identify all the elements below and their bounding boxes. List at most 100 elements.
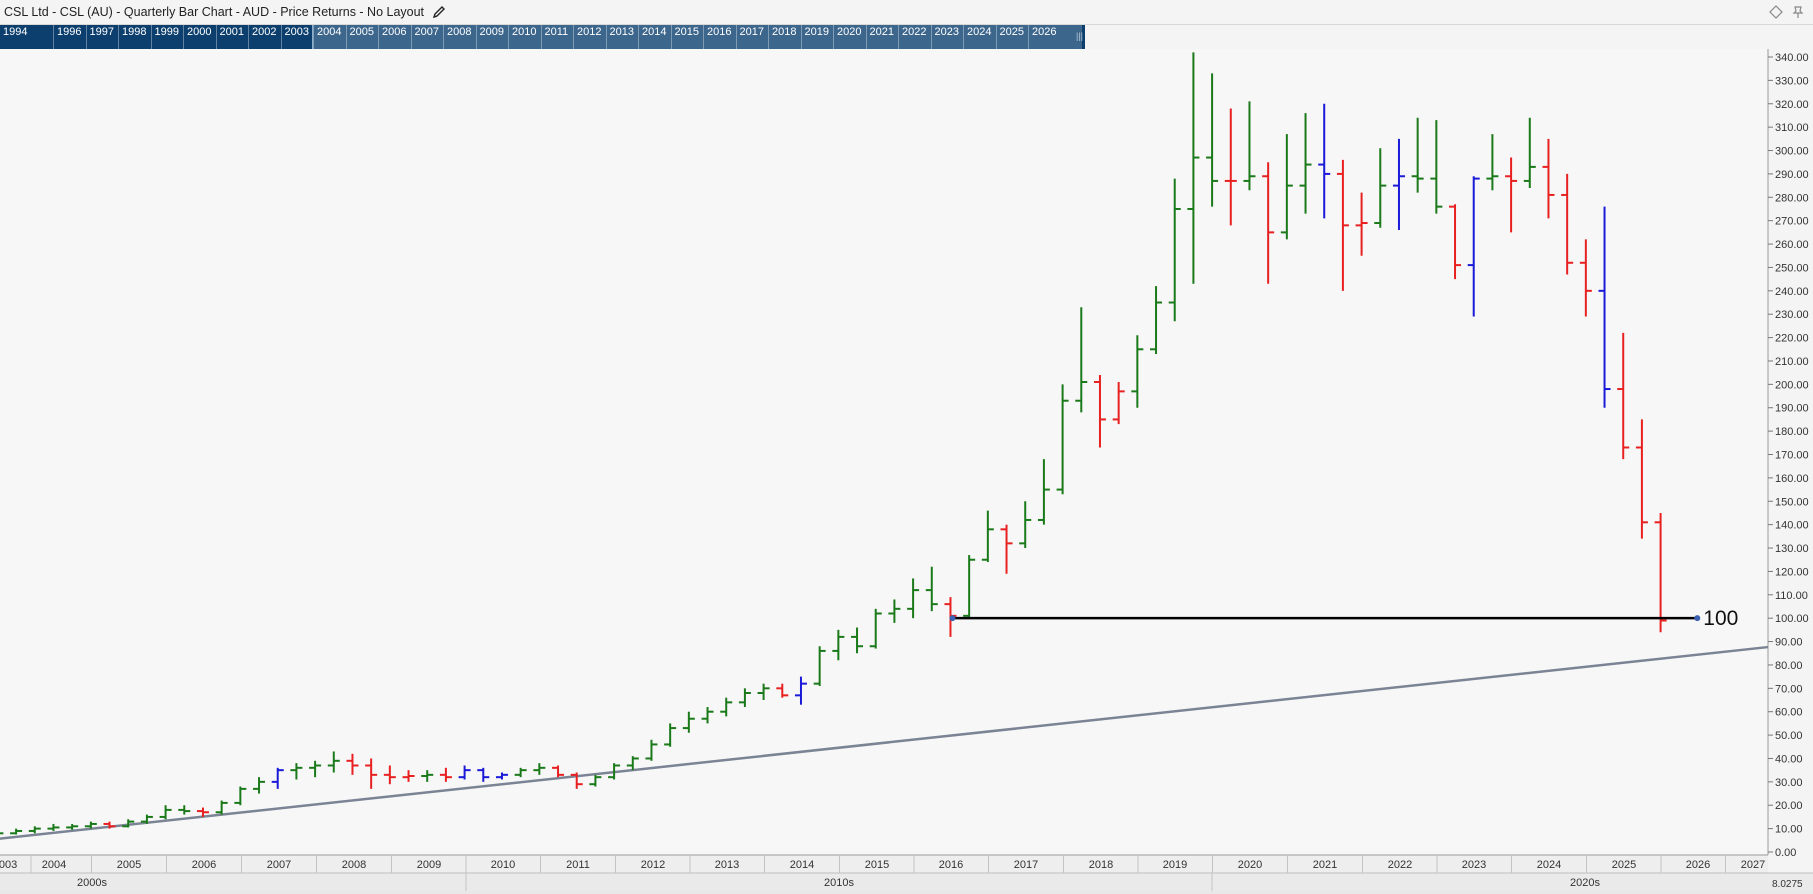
y-tick-label: 0.00: [1775, 847, 1796, 859]
navigator-year-1996[interactable]: 1996: [53, 25, 86, 49]
x-year-label: 2008: [342, 859, 366, 871]
y-tick-label: 100.00: [1775, 613, 1809, 625]
navigator-year-2013[interactable]: 2013: [605, 25, 639, 49]
navigator-year-2024[interactable]: 2024: [963, 25, 996, 49]
y-tick-label: 160.00: [1775, 473, 1809, 485]
x-year-label: 2027: [1741, 859, 1765, 871]
y-tick-label: 130.00: [1775, 543, 1809, 555]
y-tick-label: 170.00: [1775, 450, 1809, 462]
y-tick-label: 120.00: [1775, 566, 1809, 578]
y-tick-label: 20.00: [1775, 800, 1803, 812]
y-tick-label: 190.00: [1775, 403, 1809, 415]
x-decade-label: 2010s: [824, 877, 854, 889]
y-tick-label: 70.00: [1775, 683, 1803, 695]
navigator-year-2008[interactable]: 2008: [443, 25, 476, 49]
y-tick-label: 240.00: [1775, 286, 1809, 298]
x-year-label: 2018: [1089, 859, 1113, 871]
y-tick-label: 310.00: [1775, 122, 1809, 134]
navigator-year-2023[interactable]: 2023: [930, 25, 964, 49]
navigator-year-1994[interactable]: 1994: [0, 25, 53, 49]
navigator-year-1997[interactable]: 1997: [85, 25, 119, 49]
y-tick-label: 80.00: [1775, 660, 1803, 672]
navigator-year-1998[interactable]: 1998: [118, 25, 151, 49]
y-tick-label: 180.00: [1775, 426, 1809, 438]
y-tick-label: 140.00: [1775, 520, 1809, 532]
x-year-label: 2016: [939, 859, 963, 871]
navigator-year-2018[interactable]: 2018: [768, 25, 801, 49]
navigator-year-2017[interactable]: 2017: [735, 25, 769, 49]
navigator-year-2011[interactable]: 2011: [540, 25, 574, 49]
navigator-year-2010[interactable]: 2010: [508, 25, 541, 49]
pin-icon[interactable]: [1791, 5, 1805, 19]
x-year-label: 2017: [1014, 859, 1038, 871]
navigator-year-2025[interactable]: 2025: [995, 25, 1029, 49]
window-title: CSL Ltd - CSL (AU) - Quarterly Bar Chart…: [4, 5, 425, 19]
x-year-label: 2026: [1686, 859, 1710, 871]
navigator-year-2021[interactable]: 2021: [865, 25, 899, 49]
navigator-grip-icon[interactable]: |||: [1076, 31, 1083, 41]
y-tick-label: 270.00: [1775, 216, 1809, 228]
navigator-year-2009[interactable]: 2009: [475, 25, 509, 49]
navigator-year-2020[interactable]: 2020: [833, 25, 866, 49]
y-tick-label: 320.00: [1775, 99, 1809, 111]
level-line-end-handle[interactable]: [1694, 615, 1701, 622]
x-year-label: 2022: [1388, 859, 1412, 871]
navigator-empty-area: [1085, 25, 1813, 49]
x-year-label: 2006: [192, 859, 216, 871]
x-year-label: 2013: [715, 859, 739, 871]
navigator-year-2001[interactable]: 2001: [215, 25, 249, 49]
y-tick-label: 340.00: [1775, 52, 1809, 64]
window-titlebar: CSL Ltd - CSL (AU) - Quarterly Bar Chart…: [0, 0, 1813, 25]
x-year-label: 2010: [491, 859, 515, 871]
x-year-label: 2021: [1313, 859, 1337, 871]
y-tick-label: 280.00: [1775, 192, 1809, 204]
y-tick-label: 290.00: [1775, 169, 1809, 181]
pencil-icon[interactable]: [432, 5, 446, 19]
x-year-label: 2014: [790, 859, 814, 871]
navigator-year-1999[interactable]: 1999: [150, 25, 184, 49]
x-year-label: 2020: [1238, 859, 1262, 871]
navigator-year-2007[interactable]: 2007: [410, 25, 444, 49]
x-year-label: 2007: [267, 859, 291, 871]
navigator-year-2022[interactable]: 2022: [898, 25, 931, 49]
y-tick-label: 260.00: [1775, 239, 1809, 251]
navigator-year-2002[interactable]: 2002: [248, 25, 281, 49]
navigator-year-2003[interactable]: 2003: [280, 25, 314, 49]
y-tick-label: 40.00: [1775, 753, 1803, 765]
y-tick-label: 30.00: [1775, 777, 1803, 789]
navigator-year-2016[interactable]: 2016: [703, 25, 736, 49]
y-tick-label: 110.00: [1775, 590, 1808, 602]
y-tick-label: 220.00: [1775, 333, 1809, 345]
navigator-year-2004[interactable]: 2004: [313, 25, 346, 49]
navigator-year-2015[interactable]: 2015: [670, 25, 704, 49]
y-tick-label: 300.00: [1775, 146, 1809, 158]
plot-area[interactable]: [0, 49, 1768, 855]
navigator-year-2026[interactable]: 2026: [1028, 25, 1061, 49]
x-decade-label: 2000s: [77, 877, 107, 889]
x-year-label: 2024: [1537, 859, 1561, 871]
x-year-label: 2015: [865, 859, 889, 871]
diamond-icon[interactable]: [1769, 5, 1783, 19]
level-line-label: 100: [1703, 607, 1738, 630]
navigator-year-2000[interactable]: 2000: [183, 25, 216, 49]
x-year-label: 2012: [641, 859, 665, 871]
y-tick-label: 150.00: [1775, 496, 1809, 508]
level-line-start-handle[interactable]: [949, 615, 956, 622]
timeline-navigator[interactable]: 1994 1996 1997 1998 1999 2000 2001 2002 2003 2004…: [0, 25, 1085, 49]
x-decade-label: 2020s: [1570, 877, 1600, 889]
navigator-year-2012[interactable]: 2012: [573, 25, 606, 49]
navigator-year-2005[interactable]: 2005: [345, 25, 379, 49]
x-year-label: 2009: [417, 859, 441, 871]
navigator-year-2014[interactable]: 2014: [638, 25, 671, 49]
navigator-year-2019[interactable]: 2019: [800, 25, 834, 49]
navigator-year-2006[interactable]: 2006: [378, 25, 411, 49]
x-year-label: 003: [0, 859, 17, 871]
price-chart[interactable]: 0.00 10.00 20.00 30.00 40.00 50.00 60.00 70.00 8…: [0, 49, 1813, 891]
x-axis-decade-row: [0, 873, 1813, 891]
y-tick-label: 230.00: [1775, 309, 1809, 321]
y-tick-label: 330.00: [1775, 75, 1809, 87]
y-tick-label: 50.00: [1775, 730, 1803, 742]
y-tick-label: 10.00: [1775, 824, 1803, 836]
x-year-label: 2005: [117, 859, 141, 871]
y-tick-label: 90.00: [1775, 637, 1803, 649]
